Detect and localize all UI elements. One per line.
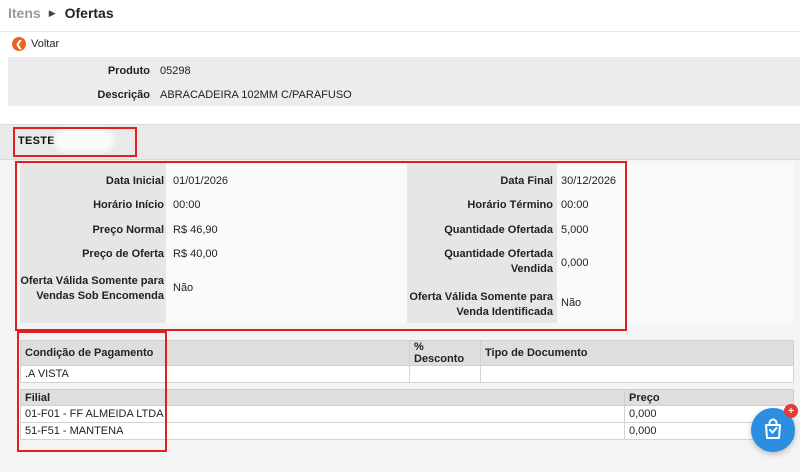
highlight-box-title: [13, 127, 137, 157]
breadcrumb: Itens ▶ Ofertas: [8, 4, 114, 22]
highlight-box-tables: [17, 331, 167, 452]
shopping-bag-icon: [763, 418, 783, 443]
arrow-left-circle-icon: ❮: [12, 37, 26, 51]
produto-label: Produto: [107, 65, 150, 77]
produto-value: 05298: [160, 65, 191, 77]
payment-header-desconto: % Desconto: [409, 340, 481, 366]
fab-badge: +: [784, 404, 798, 418]
descricao-label: Descrição: [97, 89, 150, 101]
descricao-value: ABRACADEIRA 102MM C/PARAFUSO: [160, 89, 352, 101]
payment-header-tipo-documento: Tipo de Documento: [480, 340, 794, 366]
branch-header-preco: Preço: [624, 389, 794, 406]
back-label: Voltar: [31, 38, 60, 50]
chevron-right-icon: ▶: [48, 7, 56, 18]
back-button[interactable]: ❮ Voltar: [12, 37, 59, 51]
breadcrumb-item-itens[interactable]: Itens: [8, 5, 41, 21]
highlight-box-details: [15, 161, 627, 331]
payment-cell-desconto: [409, 365, 481, 383]
page-title: Ofertas: [64, 5, 114, 21]
payment-cell-tipo: [480, 365, 794, 383]
header-divider: [0, 31, 800, 32]
